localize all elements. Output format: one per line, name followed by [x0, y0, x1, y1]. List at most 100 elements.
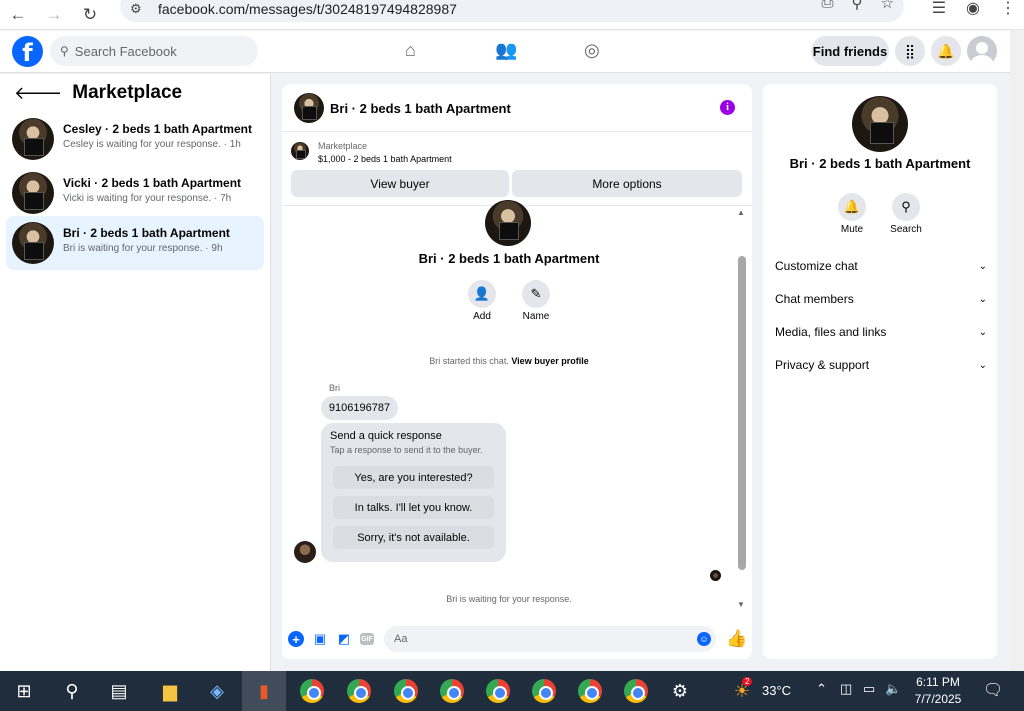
weather-temperature[interactable]: 33°C [762, 683, 791, 698]
quick-response-card: Send a quick response Tap a response to … [321, 423, 506, 562]
emoji-icon[interactable]: ☺ [697, 632, 711, 646]
gif-icon[interactable]: GIF [360, 633, 374, 645]
message-input[interactable] [384, 626, 716, 652]
conversation-status: Cesley is waiting for your response. · 1… [63, 139, 241, 150]
scroll-down-icon[interactable]: ▼ [737, 600, 745, 609]
active-app-icon[interactable]: ▮ [242, 671, 286, 711]
conversation-status: Vicki is waiting for your response. · 7h [63, 193, 232, 204]
chrome-profile-icon[interactable] [576, 677, 604, 705]
search-input[interactable] [74, 43, 235, 59]
mute-label: Mute [840, 224, 864, 235]
buyer-avatar[interactable] [485, 200, 531, 246]
conversation-item-active[interactable]: Bri · 2 beds 1 bath Apartment Bri is wai… [6, 216, 264, 270]
settings-gear-icon[interactable]: ⚙ [666, 677, 694, 705]
facebook-top-nav: f ⚲ ⌂ 👥 ◎ Find friends ⣿ 🔔 [0, 31, 1010, 73]
chevron-down-icon: ⌄ [978, 293, 987, 305]
windows-start-icon[interactable]: ⊞ [10, 677, 38, 705]
menu-kebab-icon[interactable]: ⋮ [1000, 0, 1016, 18]
url-text[interactable]: facebook.com/messages/t/3024819749482898… [158, 1, 457, 17]
clock[interactable]: 6:11 PM 7/7/2025 [903, 674, 973, 708]
chat-title[interactable]: Bri · 2 beds 1 bath Apartment [330, 101, 511, 116]
chevron-down-icon: ⌄ [978, 359, 987, 371]
chrome-profile-icon[interactable] [530, 677, 558, 705]
quick-response-button[interactable]: Yes, are you interested? [333, 466, 494, 489]
scrollbar-thumb[interactable] [738, 256, 746, 570]
bookmark-star-icon[interactable]: ☆ [881, 0, 894, 12]
search-icon[interactable]: ⚲ [892, 193, 920, 221]
facebook-logo[interactable]: f [12, 36, 43, 67]
chrome-icon[interactable] [298, 677, 326, 705]
tray-chevron-up-icon[interactable]: ⌃ [816, 681, 827, 697]
listing-thumbnail [291, 142, 309, 160]
scroll-up-icon[interactable]: ▲ [737, 208, 745, 217]
bell-icon[interactable]: 🔔 [838, 193, 866, 221]
notifications-bell-icon[interactable]: 🔔 [931, 36, 961, 66]
notification-icon[interactable]: 🗨 [983, 680, 1003, 700]
more-options-button[interactable]: More options [512, 170, 742, 197]
menu-grid-icon[interactable]: ⣿ [895, 36, 925, 66]
site-info-icon[interactable]: ⚙ [130, 1, 152, 17]
groups-icon[interactable]: ◎ [584, 40, 600, 61]
message-composer: + ▣ ◩ GIF ☺ 👍 [282, 622, 752, 659]
section-label: Media, files and links [775, 325, 887, 339]
account-avatar[interactable] [967, 36, 997, 66]
task-view-icon[interactable]: ▤ [105, 677, 133, 705]
quick-response-button[interactable]: Sorry, it's not available. [333, 526, 494, 549]
copilot-icon[interactable]: ◈ [203, 677, 231, 705]
page-scrollbar[interactable] [1010, 31, 1024, 671]
section-label: Customize chat [775, 259, 858, 273]
address-bar[interactable]: ⚙ facebook.com/messages/t/30248197494828… [120, 0, 904, 22]
home-icon[interactable]: ⌂ [405, 40, 416, 61]
thumbs-up-icon[interactable]: 👍 [726, 629, 747, 649]
started-text: Bri started this chat. [429, 356, 509, 366]
meet-icon[interactable]: ◫ [840, 681, 852, 697]
volume-icon[interactable]: 🔈 [885, 681, 901, 697]
photo-icon[interactable]: ▣ [312, 631, 328, 647]
search-icon[interactable]: ⚲ [58, 677, 86, 705]
chat-members-section[interactable]: Chat members ⌄ [775, 287, 987, 311]
chrome-profile-icon[interactable] [392, 677, 420, 705]
clock-date: 7/7/2025 [914, 692, 962, 706]
buyer-name: Bri · 2 beds 1 bath Apartment [789, 156, 971, 171]
chevron-down-icon: ⌄ [978, 260, 987, 272]
buyer-avatar[interactable] [852, 96, 908, 152]
conversation-status: Bri is waiting for your response. · 9h [63, 243, 223, 254]
listing-title[interactable]: $1,000 - 2 beds 1 bath Apartment [318, 154, 452, 164]
plus-icon[interactable]: + [288, 631, 304, 647]
view-buyer-profile-link[interactable]: View buyer profile [511, 356, 588, 366]
forward-arrow-icon[interactable]: → [36, 0, 72, 30]
customize-chat-section[interactable]: Customize chat ⌄ [775, 254, 987, 278]
edit-pencil-icon[interactable]: ✎ [522, 280, 550, 308]
chrome-profile-icon[interactable] [484, 677, 512, 705]
privacy-support-section[interactable]: Privacy & support ⌄ [775, 353, 987, 377]
network-icon[interactable]: ▭ [863, 681, 875, 697]
info-icon[interactable]: i [720, 100, 735, 115]
reload-icon[interactable]: ↻ [72, 0, 108, 30]
conversation-item[interactable]: Cesley · 2 beds 1 bath Apartment Cesley … [6, 112, 264, 166]
zoom-icon[interactable]: ⚲ [852, 0, 863, 12]
chat-details-panel: Bri · 2 beds 1 bath Apartment 🔔 Mute ⚲ S… [763, 84, 997, 659]
chat-scrollbar[interactable]: ▲ ▼ [736, 208, 748, 612]
quick-response-subtitle: Tap a response to send it to the buyer. [330, 445, 483, 455]
media-icon[interactable]: ☰ [932, 0, 946, 18]
chrome-profile-icon[interactable] [438, 677, 466, 705]
install-icon[interactable]: ⎙ [822, 0, 834, 12]
profile-icon[interactable]: ◉ [966, 0, 980, 18]
message-bubble: 9106196787 [321, 396, 398, 420]
sender-avatar [294, 541, 316, 563]
media-files-links-section[interactable]: Media, files and links ⌄ [775, 320, 987, 344]
conversation-item[interactable]: Vicki · 2 beds 1 bath Apartment Vicki is… [6, 166, 264, 220]
chrome-profile-icon[interactable] [345, 677, 373, 705]
chrome-profile-icon[interactable] [622, 677, 650, 705]
file-explorer-icon[interactable]: ▆ [156, 677, 184, 705]
back-arrow-icon[interactable]: ← [0, 0, 36, 30]
friends-icon[interactable]: 👥 [495, 40, 517, 61]
chat-thumbnail[interactable] [294, 93, 324, 123]
sticker-icon[interactable]: ◩ [336, 631, 352, 647]
view-buyer-button[interactable]: View buyer [291, 170, 509, 197]
quick-response-button[interactable]: In talks. I'll let you know. [333, 496, 494, 519]
search-box[interactable]: ⚲ [50, 36, 258, 66]
back-arrow-icon[interactable]: 🡐 [14, 83, 62, 104]
add-person-icon[interactable]: 👤 [468, 280, 496, 308]
find-friends-button[interactable]: Find friends [811, 36, 889, 66]
